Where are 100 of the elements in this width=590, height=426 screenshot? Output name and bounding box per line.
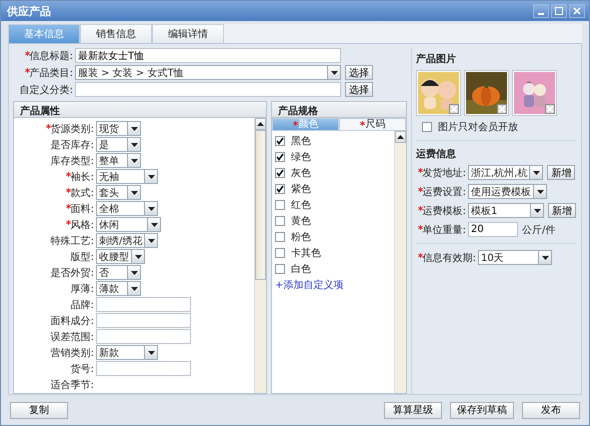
dropdown[interactable]: 休闲 bbox=[96, 217, 161, 232]
field-label: 货号: bbox=[70, 362, 94, 376]
delete-button[interactable] bbox=[497, 104, 507, 114]
delete-button[interactable] bbox=[449, 104, 459, 114]
checkbox[interactable] bbox=[275, 200, 285, 210]
field-label: 信息标题: bbox=[30, 50, 73, 62]
close-button[interactable] bbox=[569, 4, 585, 18]
image-thumbnail[interactable] bbox=[464, 70, 509, 116]
text-field[interactable] bbox=[96, 313, 191, 328]
caret-icon bbox=[134, 254, 142, 258]
caret-icon bbox=[534, 208, 540, 212]
add-button[interactable]: 选择 bbox=[345, 82, 373, 97]
field-label: 单位重量: bbox=[422, 224, 466, 236]
tab[interactable]: 销售信息 bbox=[80, 24, 152, 43]
dropdown[interactable]: 套头 bbox=[96, 185, 141, 200]
minimize-button[interactable] bbox=[533, 4, 549, 18]
text-field[interactable]: 20 bbox=[468, 222, 518, 237]
caret-up-icon bbox=[397, 135, 404, 139]
required-icon bbox=[292, 121, 298, 126]
maximize-icon bbox=[555, 7, 563, 15]
add-button[interactable]: 新增 bbox=[548, 203, 576, 218]
field-label: 特殊工艺: bbox=[50, 234, 94, 248]
delete-button[interactable] bbox=[545, 104, 555, 114]
field-label: 袖长: bbox=[70, 170, 94, 184]
image-thumbnail[interactable] bbox=[416, 70, 461, 116]
dropdown[interactable]: 服装 > 女装 > 女式T恤 bbox=[75, 65, 341, 80]
caret-icon bbox=[130, 142, 138, 146]
option-label: 粉色 bbox=[291, 231, 311, 244]
required-icon bbox=[66, 188, 71, 192]
caret-icon bbox=[148, 238, 155, 242]
footer-button[interactable]: 保存到草稿 bbox=[450, 402, 514, 418]
dropdown[interactable]: 是 bbox=[96, 137, 141, 152]
required-icon bbox=[418, 224, 423, 230]
field-label: 货源类别: bbox=[50, 122, 94, 136]
field-label: 发货地址: bbox=[422, 166, 466, 180]
caret-icon bbox=[130, 158, 138, 162]
scrollbar[interactable] bbox=[394, 131, 406, 393]
close-icon bbox=[547, 106, 553, 112]
copy-button[interactable]: 复制 bbox=[10, 402, 68, 418]
dropdown[interactable]: 全棉 bbox=[96, 201, 158, 216]
dropdown[interactable]: 现货 bbox=[96, 121, 141, 136]
required-icon bbox=[66, 220, 71, 224]
dropdown[interactable]: 新款 bbox=[96, 345, 158, 360]
field-label: 运费设置: bbox=[422, 186, 466, 198]
text-field[interactable] bbox=[75, 82, 341, 97]
dropdown[interactable]: 无袖 bbox=[96, 169, 158, 184]
field-label: 信息有效期: bbox=[422, 252, 476, 264]
field-label: 产品类目: bbox=[30, 66, 73, 80]
close-icon bbox=[451, 106, 457, 112]
caret-icon bbox=[536, 190, 544, 194]
caret-icon bbox=[542, 256, 548, 260]
checkbox[interactable] bbox=[275, 264, 285, 274]
required-icon bbox=[418, 206, 423, 210]
checkbox[interactable] bbox=[275, 184, 285, 194]
footer-button[interactable]: 发布 bbox=[522, 402, 580, 418]
dropdown[interactable]: 整单 bbox=[96, 153, 141, 168]
checkbox[interactable] bbox=[275, 152, 285, 162]
text-field[interactable]: 最新款女士T恤 bbox=[75, 48, 341, 63]
tab[interactable]: 编辑详情 bbox=[152, 24, 224, 43]
text-field[interactable] bbox=[96, 329, 191, 344]
add-button[interactable]: 选择 bbox=[345, 65, 373, 80]
window-title: 供应产品 bbox=[7, 4, 51, 18]
field-label: 是否外贸: bbox=[50, 266, 94, 280]
caret-icon bbox=[148, 350, 154, 354]
checkbox[interactable] bbox=[275, 136, 285, 146]
dropdown[interactable]: 10天 bbox=[478, 250, 552, 265]
footer-button[interactable]: 算算星级 bbox=[384, 402, 442, 418]
field-label: 版型: bbox=[70, 250, 94, 264]
caret-icon bbox=[130, 286, 138, 290]
checkbox[interactable] bbox=[275, 248, 285, 258]
checkbox[interactable] bbox=[275, 168, 285, 178]
dropdown[interactable]: 使用运费模板 bbox=[468, 184, 547, 199]
dropdown[interactable]: 薄款 bbox=[96, 281, 141, 296]
dropdown[interactable]: 收腰型 bbox=[96, 249, 145, 264]
option-label: 紫色 bbox=[291, 182, 311, 196]
field-label: 风格: bbox=[70, 218, 94, 232]
maximize-button[interactable] bbox=[551, 4, 567, 18]
checkbox[interactable] bbox=[275, 216, 285, 226]
dropdown[interactable]: 刺绣/绣花 bbox=[96, 233, 158, 248]
add-button[interactable]: 新增 bbox=[547, 165, 576, 180]
dropdown[interactable]: 浙江,杭州,杭 bbox=[468, 165, 544, 180]
add-custom-link[interactable]: +添加自定义项 bbox=[275, 278, 344, 292]
scrollbar[interactable] bbox=[254, 118, 266, 393]
text-field[interactable] bbox=[96, 297, 191, 312]
option-label: 卡其色 bbox=[291, 246, 321, 260]
text-field[interactable] bbox=[96, 361, 191, 376]
required-icon bbox=[360, 121, 364, 126]
field-label: 自定义分类: bbox=[20, 84, 73, 96]
field-label: 误差范围: bbox=[50, 330, 94, 344]
checkbox[interactable] bbox=[422, 122, 432, 132]
field-label: 款式: bbox=[70, 186, 94, 200]
dropdown[interactable]: 模板1 bbox=[468, 203, 544, 218]
dropdown[interactable]: 否 bbox=[96, 265, 141, 280]
tab[interactable]: 尺码 bbox=[339, 118, 406, 131]
caret-icon bbox=[130, 190, 138, 194]
option-label: 白色 bbox=[291, 263, 311, 276]
caret-icon bbox=[150, 222, 158, 226]
checkbox[interactable] bbox=[275, 232, 285, 242]
caret-icon bbox=[148, 174, 154, 178]
image-thumbnail[interactable] bbox=[512, 70, 557, 116]
